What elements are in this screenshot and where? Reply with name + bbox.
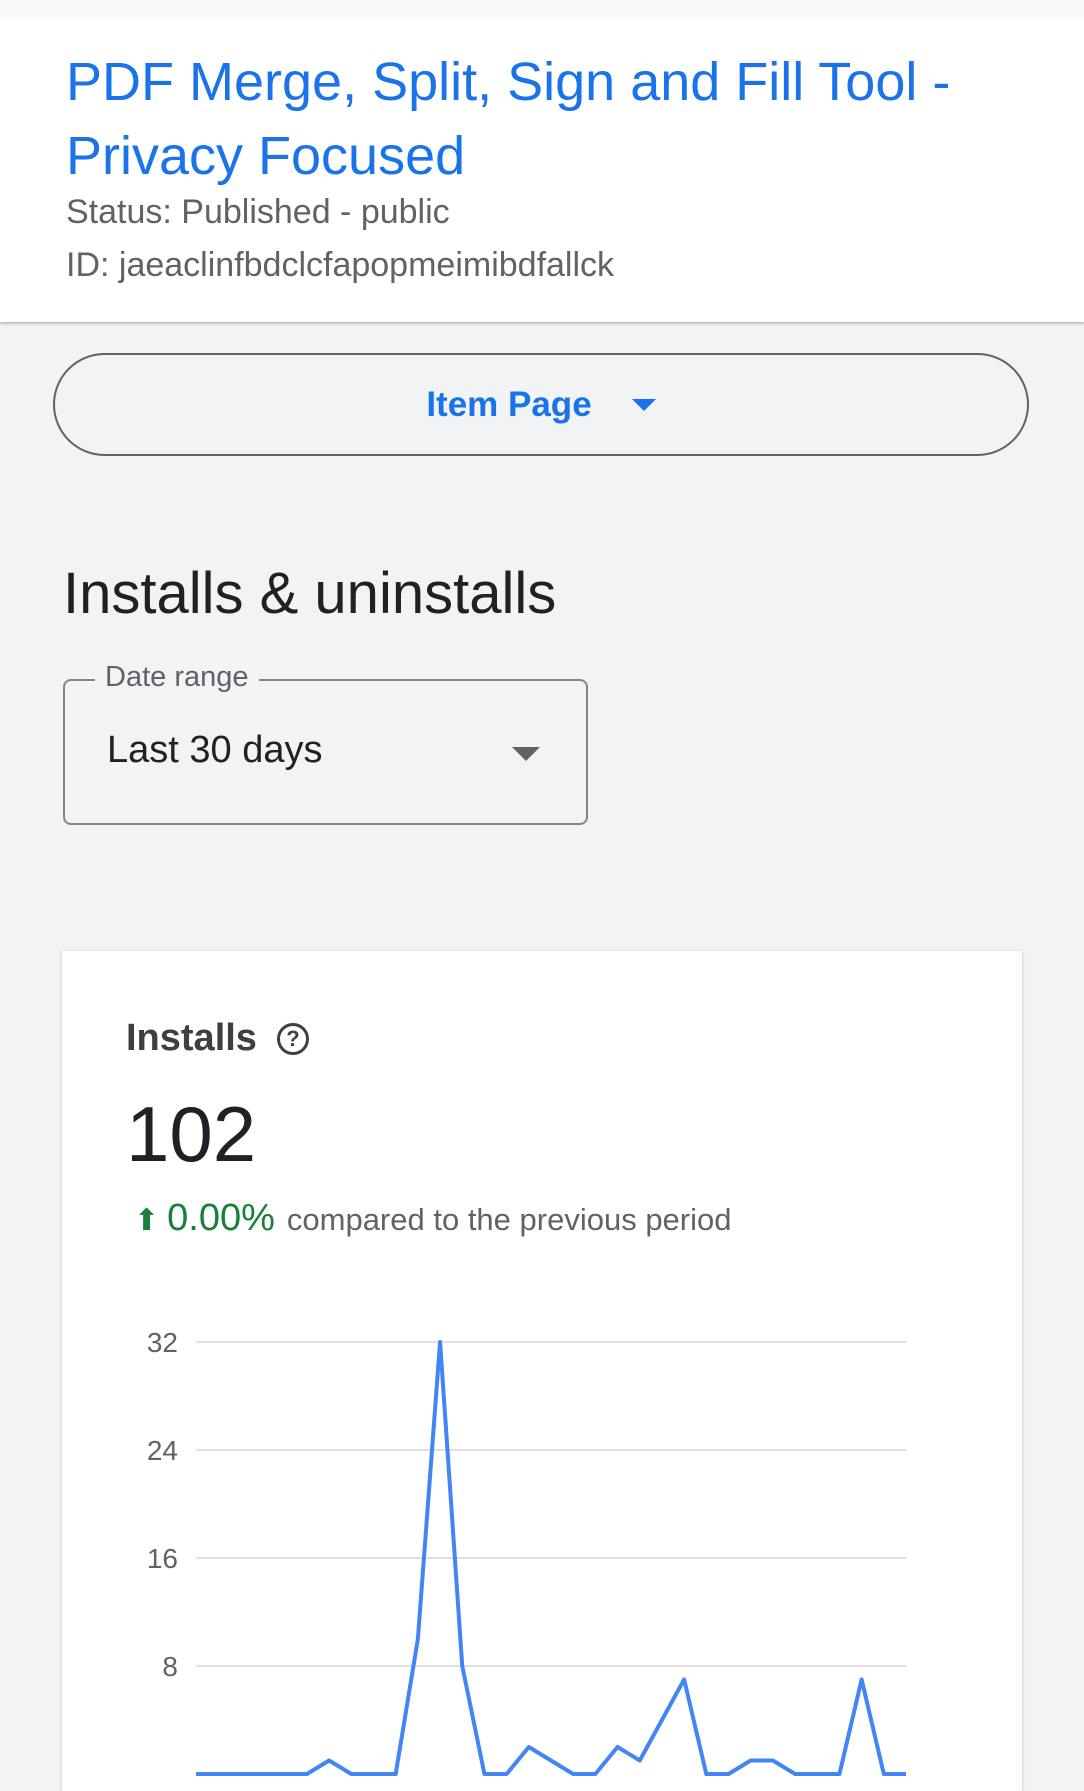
data-point [659,1717,665,1723]
data-point [881,1771,887,1777]
installs-line-chart: 8 16 24 32 [147,1327,909,1777]
data-point [215,1771,221,1777]
installs-card: Installs ? 102 ⬆ 0.00% compared to the p… [62,951,1022,1791]
data-point [415,1636,421,1642]
data-point [836,1771,842,1777]
data-point [504,1771,510,1777]
item-page-dropdown-label: Item Page [426,384,592,424]
data-point [437,1339,443,1345]
item-title[interactable]: PDF Merge, Split, Sign and Fill Tool - P… [66,45,1026,193]
data-point [570,1771,576,1777]
data-point [393,1771,399,1777]
date-range-select[interactable]: Date range Last 30 days [63,661,588,825]
data-point [193,1771,199,1777]
date-range-value: Last 30 days [107,729,323,771]
data-point [326,1758,332,1764]
caret-down-icon [631,398,656,411]
y-tick-label: 24 [147,1435,178,1466]
data-point [282,1771,288,1777]
data-point [726,1771,732,1777]
data-point [260,1771,266,1777]
data-point [615,1744,621,1750]
data-point [592,1771,598,1777]
data-point [348,1771,354,1777]
data-point [859,1677,865,1683]
data-point [681,1677,687,1683]
data-point [792,1771,798,1777]
item-header-card: PDF Merge, Split, Sign and Fill Tool - P… [0,17,1084,322]
caret-down-icon [512,747,540,761]
data-point [748,1758,754,1764]
data-point [304,1771,310,1777]
status-bar-strip [0,0,1084,17]
y-tick-label: 16 [147,1543,178,1574]
data-point [903,1771,909,1777]
data-point [371,1771,377,1777]
chart-grid [196,1341,906,1667]
data-point [637,1758,643,1764]
data-point [548,1758,554,1764]
data-point [481,1771,487,1777]
data-point [459,1663,465,1669]
chart-y-ticks: 8 16 24 32 [147,1327,178,1682]
data-point [526,1744,532,1750]
item-status: Status: Published - public [66,193,450,231]
data-point [703,1771,709,1777]
y-tick-label: 8 [162,1651,178,1682]
data-point [237,1771,243,1777]
data-point [814,1771,820,1777]
data-point [770,1758,776,1764]
date-range-label: Date range [95,661,259,694]
section-heading: Installs & uninstalls [63,561,557,626]
item-page-dropdown[interactable]: Item Page [53,353,1029,456]
y-tick-label: 32 [147,1327,178,1358]
item-id: ID: jaeaclinfbdclcfapopmeimibdfallck [66,246,615,284]
